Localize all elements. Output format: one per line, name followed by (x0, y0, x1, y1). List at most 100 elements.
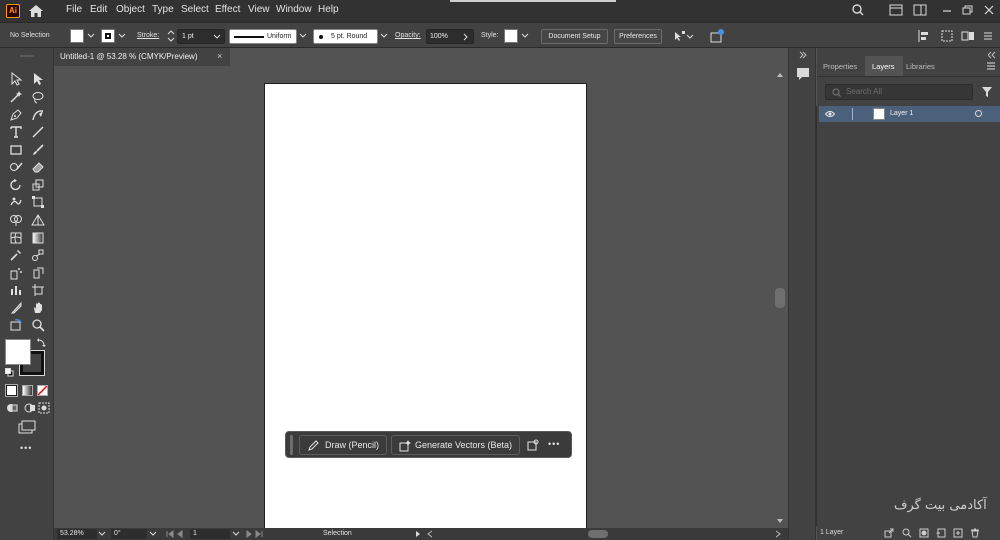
draw-inside-icon[interactable] (38, 402, 50, 414)
fill-swatch[interactable] (70, 29, 84, 43)
toolbar-grip[interactable] (20, 55, 34, 57)
document-tab[interactable]: Untitled-1 @ 53.28 % (CMYK/Preview) × (54, 48, 230, 66)
edit-toolbar-button[interactable]: ••• (20, 443, 32, 453)
comments-icon[interactable] (795, 66, 811, 82)
chevron-down-icon[interactable] (299, 32, 307, 40)
menu-file[interactable]: File (66, 4, 82, 15)
selection-tool-icon[interactable] (9, 72, 23, 86)
column-graph-tool-icon[interactable] (9, 283, 23, 297)
recolor-icon[interactable] (709, 28, 725, 44)
shaper-tool-icon[interactable] (9, 160, 23, 174)
minimize-icon[interactable] (940, 4, 954, 16)
scroll-left-icon[interactable] (426, 530, 434, 538)
tab-layers[interactable]: Layers (872, 62, 895, 71)
visibility-eye-icon[interactable] (825, 110, 835, 118)
rotation-field[interactable]: 0° (111, 529, 147, 539)
gradient-mode-icon[interactable] (22, 385, 33, 396)
fill-color-indicator[interactable] (5, 339, 31, 365)
zoom-field[interactable]: 53.28% (57, 529, 97, 539)
zoom-tool-icon[interactable] (31, 318, 45, 332)
stroke-swatch[interactable] (101, 29, 115, 43)
tab-properties[interactable]: Properties (823, 62, 857, 71)
pen-tool-icon[interactable] (9, 108, 23, 122)
delete-layer-icon[interactable] (970, 528, 980, 538)
rotate-view-tool-icon[interactable] (9, 318, 23, 332)
last-artboard-icon[interactable] (243, 529, 265, 539)
new-layer-icon[interactable] (953, 528, 963, 538)
menu-edit[interactable]: Edit (90, 4, 107, 15)
hand-tool-icon[interactable] (31, 301, 45, 315)
rectangle-tool-icon[interactable] (9, 143, 23, 157)
graphic-style-swatch[interactable] (504, 29, 518, 43)
stroke-stepper-icon[interactable] (167, 28, 175, 44)
select-similar-icon[interactable] (672, 29, 694, 43)
first-artboard-icon[interactable] (164, 529, 186, 539)
menu-help[interactable]: Help (318, 4, 339, 15)
close-window-icon[interactable] (982, 4, 996, 16)
color-mode-icon[interactable] (5, 384, 18, 397)
search-icon[interactable] (851, 4, 865, 16)
draw-behind-icon[interactable] (24, 402, 36, 414)
rotate-tool-icon[interactable] (9, 178, 23, 192)
brush-definition-select[interactable]: 5 pt. Round (313, 29, 378, 44)
none-mode-icon[interactable] (37, 385, 48, 396)
line-segment-tool-icon[interactable] (31, 125, 45, 139)
tab-libraries[interactable]: Libraries (906, 62, 935, 71)
layers-search-input[interactable]: Search All (825, 84, 973, 100)
panel-menu-icon[interactable] (982, 29, 994, 43)
preferences-button[interactable]: Preferences (614, 29, 662, 44)
live-paint-tool-icon[interactable] (31, 266, 45, 280)
transform-icon[interactable] (940, 29, 954, 43)
shape-builder-tool-icon[interactable] (9, 213, 23, 227)
horizontal-scroll-thumb[interactable] (588, 530, 608, 538)
more-options-button[interactable]: ••• (548, 439, 560, 449)
mesh-tool-icon[interactable] (9, 231, 23, 245)
collapse-panel-icon[interactable] (988, 51, 996, 59)
screen-mode-icon[interactable] (17, 420, 37, 434)
scale-tool-icon[interactable] (31, 178, 45, 192)
direct-selection-tool-icon[interactable] (31, 72, 45, 86)
chevron-down-icon[interactable] (521, 32, 529, 40)
status-menu-icon[interactable] (414, 530, 422, 538)
stroke-weight-field[interactable]: 1 pt (177, 29, 225, 44)
curvature-tool-icon[interactable] (31, 108, 45, 122)
gradient-tool-icon[interactable] (31, 231, 45, 245)
filter-icon[interactable] (981, 86, 993, 98)
vertical-scrollbar[interactable] (773, 66, 787, 528)
scroll-right-icon[interactable] (774, 530, 782, 538)
restore-icon[interactable] (960, 4, 974, 16)
export-icon[interactable] (884, 528, 894, 538)
draw-normal-icon[interactable] (6, 402, 18, 414)
chevron-down-icon[interactable] (380, 32, 388, 40)
collapse-dock-icon[interactable] (799, 51, 807, 59)
eraser-tool-icon[interactable] (31, 160, 45, 174)
generate-vectors-button[interactable]: Generate Vectors (Beta) (391, 435, 520, 455)
eyedropper-tool-icon[interactable] (9, 248, 23, 262)
stroke-label[interactable]: Stroke: (137, 32, 159, 39)
layer-row[interactable]: Layer 1 (819, 106, 1000, 122)
blend-tool-icon[interactable] (31, 248, 45, 262)
document-setup-button[interactable]: Document Setup (541, 29, 608, 44)
menu-select[interactable]: Select (181, 4, 209, 15)
chevron-down-icon[interactable] (87, 32, 95, 40)
artboard-number-field[interactable]: 1 (190, 529, 230, 539)
symbol-sprayer-tool-icon[interactable] (9, 266, 23, 280)
arrange-documents-icon[interactable] (889, 4, 903, 16)
opacity-field[interactable]: 100% (426, 29, 474, 44)
isolate-icon[interactable] (961, 29, 975, 43)
opacity-label[interactable]: Opacity: (395, 32, 421, 39)
artboard-tool-icon[interactable] (31, 283, 45, 297)
stroke-profile-select[interactable]: Uniform (229, 29, 297, 44)
locate-object-icon[interactable] (902, 528, 912, 538)
menu-view[interactable]: View (248, 4, 270, 15)
taskbar-grip[interactable] (290, 435, 293, 455)
home-icon[interactable] (28, 4, 44, 18)
scroll-up-icon[interactable] (773, 71, 787, 79)
menu-window[interactable]: Window (276, 4, 312, 15)
magic-wand-tool-icon[interactable] (9, 90, 23, 104)
vertical-scroll-thumb[interactable] (775, 288, 785, 308)
chevron-down-icon[interactable] (232, 530, 240, 538)
type-tool-icon[interactable] (9, 125, 23, 139)
image-trace-icon[interactable] (527, 439, 539, 451)
workspace-icon[interactable] (913, 4, 927, 16)
